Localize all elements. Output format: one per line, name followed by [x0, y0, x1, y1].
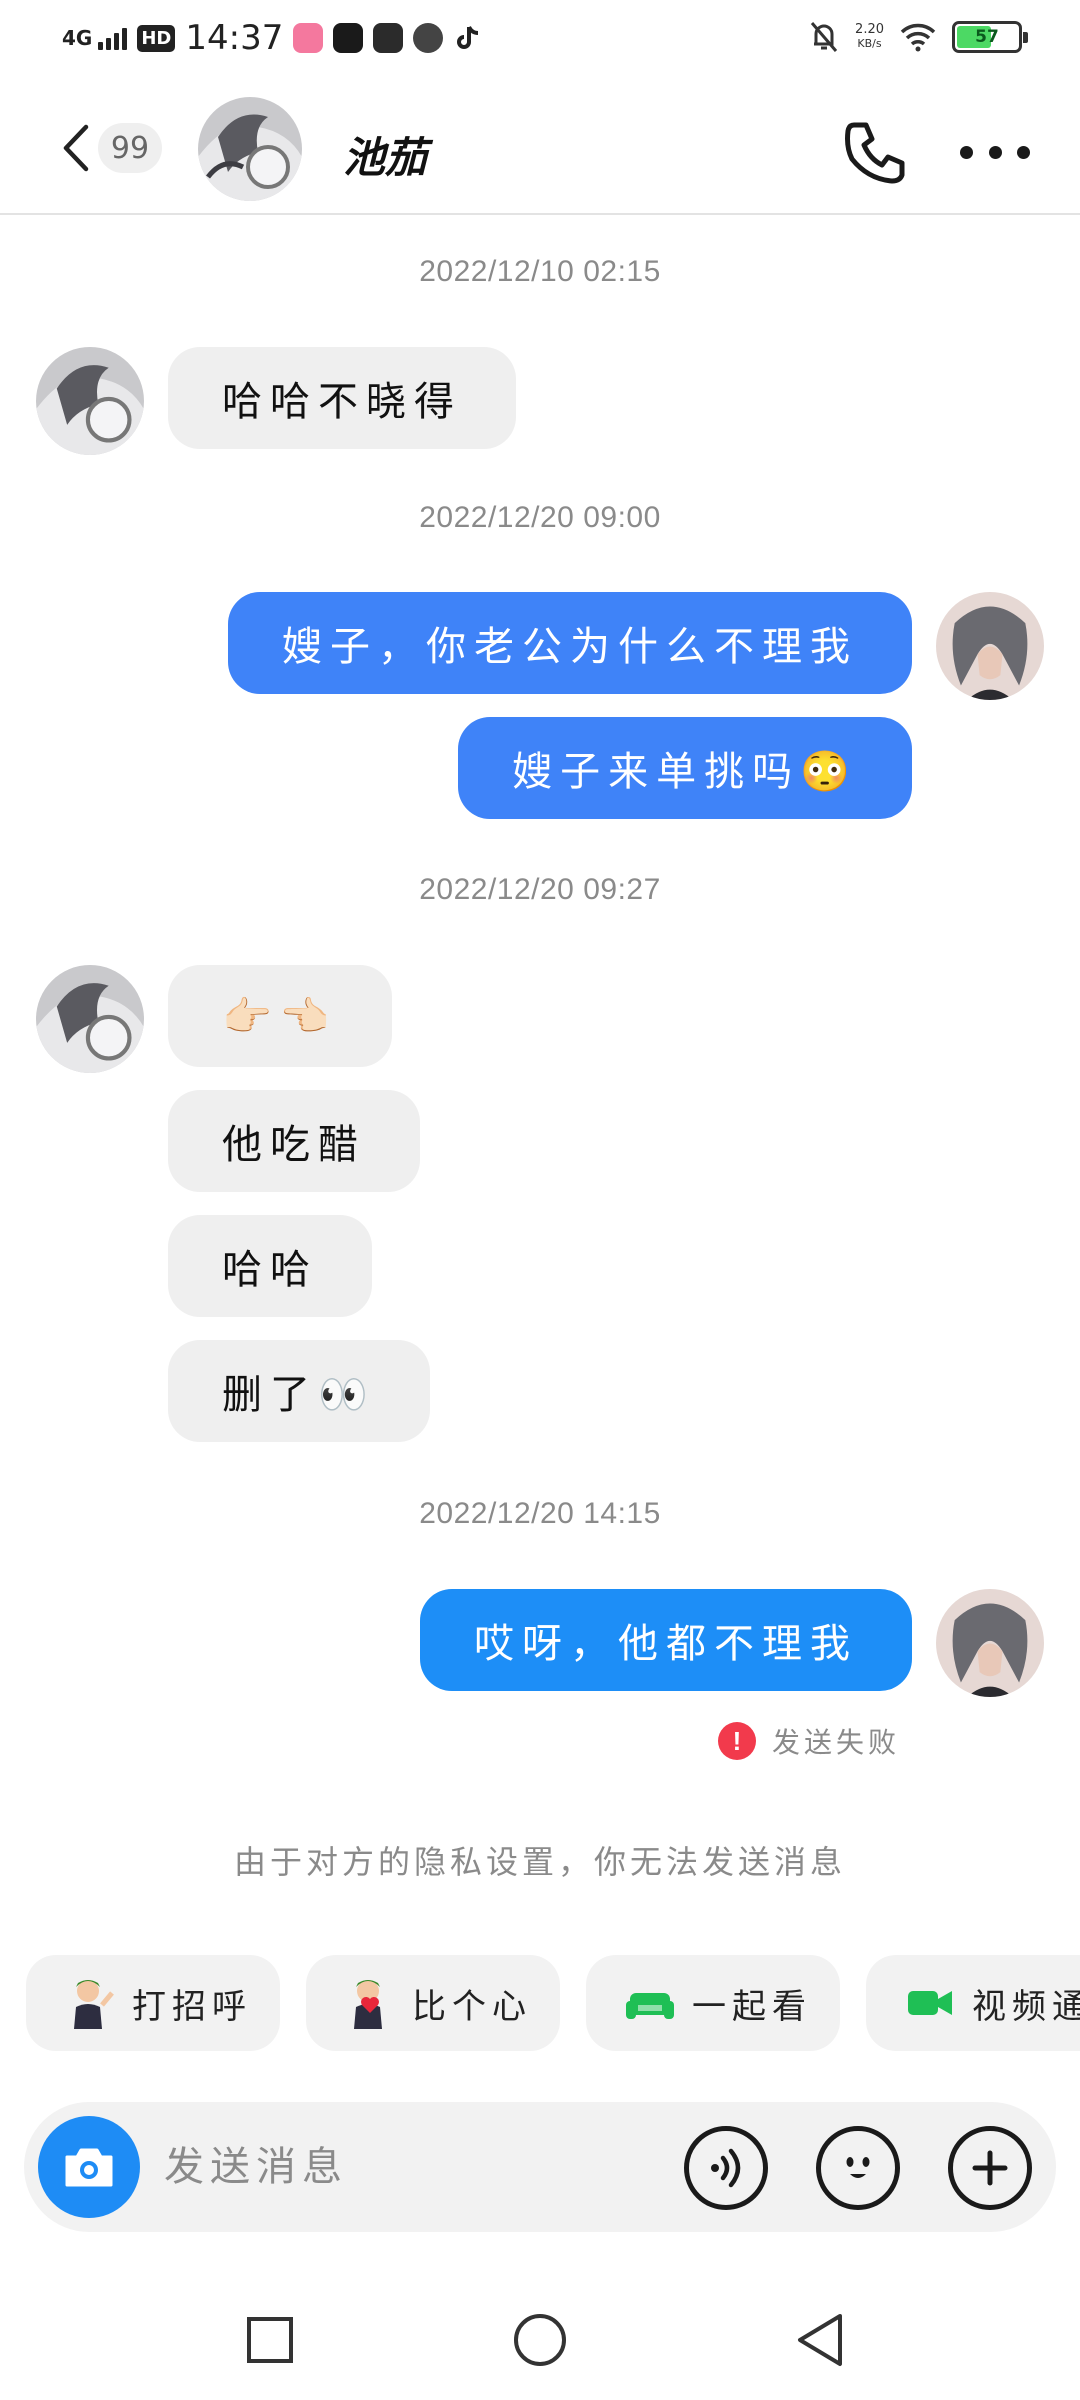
voice-button[interactable] — [684, 2126, 768, 2210]
status-right: 2.20 KB/s 57 — [809, 20, 1028, 54]
bilibili-app-icon — [293, 23, 324, 53]
quick-action-label: 比个心 — [412, 1986, 532, 2027]
home-button[interactable] — [510, 2310, 570, 2370]
plus-icon — [972, 2150, 1008, 2186]
outgoing-message[interactable]: 哎呀，他都不理我 — [420, 1589, 912, 1691]
emoji-icon — [846, 2157, 870, 2178]
outgoing-message[interactable]: 嫂子来单挑吗😳 — [458, 717, 912, 819]
message-input[interactable] — [164, 2132, 664, 2202]
more-options-button[interactable] — [960, 132, 1030, 172]
speed-value: 2.20 — [855, 22, 884, 37]
emoji-button[interactable] — [816, 2126, 900, 2210]
incoming-message[interactable]: 删了👀 — [168, 1340, 430, 1442]
my-avatar[interactable] — [936, 592, 1044, 700]
back-nav-button[interactable] — [790, 2310, 850, 2370]
message-composer — [24, 2102, 1056, 2232]
triangle-back-icon — [798, 2314, 842, 2366]
message-timestamp: 2022/12/20 14:15 — [419, 1497, 661, 1530]
message-timestamp: 2022/12/20 09:27 — [419, 873, 661, 906]
outgoing-message[interactable]: 嫂子，你老公为什么不理我 — [228, 592, 912, 694]
network-type: 4G — [62, 26, 93, 50]
sofa-icon — [626, 1993, 674, 2019]
quick-action-label: 视频通 — [972, 1986, 1080, 2027]
clock: 14:37 — [185, 18, 284, 58]
speed-unit: KB/s — [857, 37, 882, 50]
contact-name[interactable]: 池茄 — [343, 124, 427, 185]
quick-action-label: 打招呼 — [132, 1986, 252, 2027]
error-icon: ! — [717, 1722, 756, 1760]
phone-icon — [845, 122, 905, 184]
more-icon — [960, 145, 973, 159]
unread-count-badge[interactable]: 99 — [98, 123, 162, 173]
contact-avatar-small[interactable] — [36, 965, 144, 1073]
network-speed: 2.20 KB/s — [855, 23, 884, 51]
quick-action-video-call[interactable]: 视频通 — [866, 1955, 1080, 2051]
square-icon — [247, 2317, 293, 2363]
more-actions-button[interactable] — [948, 2126, 1032, 2210]
wifi-icon — [900, 22, 936, 52]
back-button[interactable] — [50, 118, 100, 178]
status-bar: 4G HD 14:37 2.20 KB/s 57 — [0, 0, 1080, 80]
news-app-icon — [333, 23, 364, 53]
message-timestamp: 2022/12/20 09:00 — [419, 501, 661, 534]
hd-badge: HD — [137, 24, 176, 52]
my-avatar[interactable] — [936, 1589, 1044, 1697]
message-timestamp: 2022/12/10 02:15 — [419, 255, 661, 288]
incoming-message[interactable]: 他吃醋 — [168, 1090, 420, 1192]
quick-action-wave[interactable]: 打招呼 — [26, 1955, 280, 2051]
send-failed-status[interactable]: ! 发送失败 — [717, 1721, 900, 1761]
voice-call-button[interactable] — [840, 117, 910, 187]
contact-avatar[interactable] — [198, 97, 302, 201]
chat-header: 99 池茄 — [0, 80, 1080, 215]
quick-actions-bar[interactable]: 打招呼 比个心 一起看 视频通 — [26, 1955, 1080, 2051]
mute-icon — [809, 20, 839, 54]
contact-avatar-small[interactable] — [36, 347, 144, 455]
compass-app-icon — [413, 23, 444, 53]
alipay-app-icon — [373, 23, 404, 53]
back-arrow-icon — [63, 124, 89, 172]
recents-button[interactable] — [240, 2310, 300, 2370]
quick-action-label: 一起看 — [692, 1986, 812, 2027]
battery-level: 57 — [975, 27, 999, 47]
tiktok-app-icon — [453, 23, 483, 53]
voice-icon — [711, 2148, 741, 2188]
system-navigation-bar — [0, 2290, 1080, 2400]
send-failed-label: 发送失败 — [771, 1726, 900, 1759]
camera-button[interactable] — [38, 2116, 140, 2218]
incoming-message[interactable]: 👉🏻👈🏻 — [168, 965, 392, 1067]
wave-avatar-icon — [74, 1980, 114, 2029]
privacy-notice: 由于对方的隐私设置，你无法发送消息 — [233, 1843, 846, 1881]
incoming-message[interactable]: 哈哈不晓得 — [168, 347, 516, 449]
incoming-message[interactable]: 哈哈 — [168, 1215, 372, 1317]
status-left: 4G HD 14:37 — [62, 18, 483, 58]
camera-icon — [65, 2148, 113, 2187]
signal-icon — [98, 26, 128, 50]
video-camera-icon — [908, 1991, 952, 2015]
quick-action-watch-together[interactable]: 一起看 — [586, 1955, 840, 2051]
message-list[interactable]: 2022/12/10 02:15 哈哈不晓得 2022/12/20 09:00 … — [0, 217, 1080, 1937]
circle-icon — [514, 2314, 566, 2366]
heart-avatar-icon — [354, 1980, 382, 2029]
battery-indicator: 57 — [952, 21, 1028, 53]
quick-action-heart[interactable]: 比个心 — [306, 1955, 560, 2051]
